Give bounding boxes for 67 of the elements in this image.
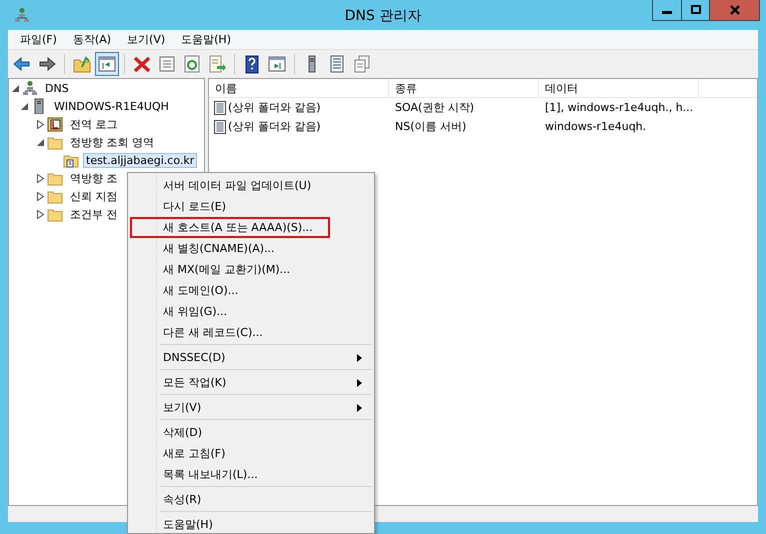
- menu-item[interactable]: 도움말(H): [130, 514, 370, 533]
- expand-arrow-icon[interactable]: [36, 174, 45, 182]
- menu-item[interactable]: 도움말(H): [173, 32, 239, 47]
- export-list-icon: [207, 54, 227, 74]
- network-icon: [14, 7, 30, 23]
- submenu-arrow-icon: [357, 378, 362, 386]
- menu-item[interactable]: 삭제(D): [130, 422, 370, 443]
- menu-item[interactable]: DNSSEC(D): [130, 347, 370, 368]
- close-button[interactable]: [709, 0, 759, 20]
- menu-item[interactable]: 서버 데이터 파일 업데이트(U): [130, 175, 370, 196]
- menu-item[interactable]: 파일(F): [12, 32, 65, 47]
- tree-item[interactable]: 신뢰 지점: [67, 188, 120, 204]
- expand-arrow-icon[interactable]: [36, 120, 45, 128]
- menu-item[interactable]: 속성(R): [130, 489, 370, 510]
- menu-item[interactable]: 새로 고침(F): [130, 443, 370, 464]
- menu-item[interactable]: 보기(V): [119, 32, 174, 47]
- expand-arrow-icon[interactable]: [36, 210, 45, 218]
- tree-item[interactable]: DNS: [42, 80, 72, 96]
- record-name[interactable]: (상위 폴더와 같음): [228, 100, 321, 115]
- log-book-icon: [47, 116, 63, 132]
- collapse-arrow-icon[interactable]: [36, 138, 45, 146]
- menu-item[interactable]: 새 위임(G)...: [130, 301, 370, 322]
- close-icon: [728, 5, 740, 15]
- copy-icon: [352, 54, 372, 74]
- menu-item[interactable]: 모든 작업(K): [130, 372, 370, 393]
- record-list-icon: [213, 118, 227, 134]
- menu-item[interactable]: 다시 로드(E): [130, 196, 370, 217]
- menu-item[interactable]: 보기(V): [130, 397, 370, 418]
- submenu-arrow-icon: [357, 404, 362, 412]
- maximize-icon: [690, 5, 702, 15]
- console-tree-icon: [97, 54, 117, 74]
- tree-item[interactable]: 전역 로그: [67, 116, 120, 132]
- window-title: DNS 관리자: [344, 7, 422, 25]
- menu-item[interactable]: 새 도메인(O)...: [130, 280, 370, 301]
- folder-up-icon: [72, 54, 92, 74]
- toolbar-button[interactable]: [95, 52, 119, 76]
- tree-item[interactable]: test.aljjabaegi.co.kr: [83, 152, 198, 168]
- submenu-arrow-icon: [357, 354, 362, 362]
- record-name[interactable]: (상위 폴더와 같음): [228, 119, 321, 134]
- column-header[interactable]: 종류: [389, 79, 539, 97]
- record-data: [1], windows-r1e4uqh., h...: [544, 101, 694, 114]
- column-header[interactable]: 이름: [209, 79, 389, 97]
- back-arrow-icon: [12, 54, 32, 74]
- column-header[interactable]: 데이터: [539, 79, 699, 97]
- record-list-icon: [213, 100, 227, 116]
- record-data: windows-r1e4uqh.: [544, 120, 646, 133]
- tree-item[interactable]: 조건부 전: [67, 206, 120, 222]
- action-pane-icon: [267, 54, 287, 74]
- menu-item[interactable]: 목록 내보내기(L)...: [130, 464, 370, 485]
- collapse-arrow-icon[interactable]: [20, 102, 29, 110]
- menu-item[interactable]: 새 호스트(A 또는 AAAA)(S)...: [130, 217, 330, 238]
- network-icon: [22, 80, 38, 96]
- delete-x-icon: [132, 54, 152, 74]
- tree-item[interactable]: 역방향 조: [67, 170, 120, 186]
- menu-item[interactable]: 다른 새 레코드(C)...: [130, 322, 370, 343]
- collapse-arrow-icon[interactable]: [11, 84, 20, 92]
- menu-item[interactable]: 새 별칭(CNAME)(A)...: [130, 238, 370, 259]
- menu-item[interactable]: 새 MX(메일 교환기)(M)...: [130, 259, 370, 280]
- tree-item[interactable]: 정방향 조회 영역: [67, 134, 157, 150]
- record-type: SOA(권한 시작): [394, 100, 476, 115]
- refresh-icon: [182, 54, 202, 74]
- properties-icon: [157, 54, 177, 74]
- record-type: NS(이름 서버): [394, 119, 468, 134]
- tree-item[interactable]: WINDOWS-R1E4UQH: [51, 98, 172, 114]
- expand-arrow-icon[interactable]: [36, 192, 45, 200]
- menu-item[interactable]: 동작(A): [64, 32, 120, 47]
- forward-arrow-icon: [37, 54, 57, 74]
